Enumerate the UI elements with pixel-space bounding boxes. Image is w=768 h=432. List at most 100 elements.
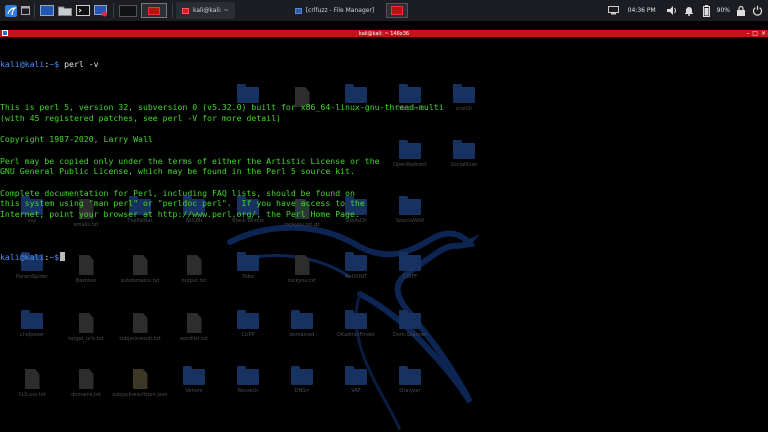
terminal-title-bar[interactable]: kali@kali: ~ 146x36 – □ ×: [0, 30, 768, 37]
desktop-icon-label: Dork-Scanner: [392, 332, 428, 338]
terminal-window-icon: [182, 7, 189, 14]
prompt-user: kali@kali: [0, 59, 45, 70]
terminal-output-line: Internet, point your browser at http://w…: [0, 209, 360, 220]
desktop-icon-item[interactable]: cl-elpexer: [4, 310, 60, 338]
show-desktop-icon[interactable]: [19, 2, 31, 19]
desktop-icon-label: subjackresult.txt: [119, 336, 161, 342]
desktop-icon-item[interactable]: target_urls.txt: [58, 313, 114, 342]
text-file-icon: [24, 369, 40, 389]
desktop-icon[interactable]: [38, 2, 56, 19]
folder-icon: [237, 366, 259, 385]
taskbar-file-manager-window[interactable]: [crlfuzz - File Manager]: [235, 2, 381, 19]
battery-percent: 90%: [716, 7, 730, 14]
desktop-icon-label: Recsech: [237, 388, 259, 394]
taskbar-terminal-label: kali@kali: ~: [193, 7, 229, 14]
terminal-prompt-line[interactable]: kali@kali:~$: [0, 251, 768, 263]
prompt-path: ~$: [49, 59, 60, 70]
desktop-icon-item[interactable]: XLS.xss.txt: [4, 369, 60, 398]
desktop-icon-item[interactable]: OKadminFinder: [328, 310, 384, 338]
desktop-icon-item[interactable]: CUPP: [220, 310, 276, 338]
power-icon[interactable]: [751, 4, 764, 17]
desktop-icon-label: CUPP: [241, 332, 255, 338]
text-file-icon: [78, 369, 94, 389]
desktop-icon-label: domains.txt: [71, 392, 101, 398]
desktop-icon-label: Tobo: [242, 274, 254, 280]
folder-icon: [399, 366, 421, 385]
desktop-icon-label: cl-elpexer: [19, 332, 45, 338]
browser-icon[interactable]: [92, 2, 110, 19]
desktop-icon-label: OKadminFinder: [336, 332, 376, 338]
folder-icon: [294, 7, 302, 14]
speaker-icon[interactable]: [666, 4, 679, 17]
close-icon[interactable]: ×: [761, 30, 766, 37]
text-file-icon: [132, 313, 148, 333]
terminal-app-icon: [2, 30, 8, 36]
clock[interactable]: 04:36 PM: [628, 7, 656, 14]
terminal-content[interactable]: kali@kali:~$ perl -v This is perl 5, ver…: [0, 38, 768, 273]
desktop-icon-label: domained: [289, 332, 315, 338]
kali-menu-icon[interactable]: [2, 2, 19, 19]
desktop-icon-label: ParamSpider: [16, 274, 48, 280]
notifications-icon[interactable]: [683, 4, 696, 17]
lock-icon[interactable]: [734, 4, 747, 17]
desktop-icon-item[interactable]: VAF: [328, 366, 384, 394]
folder-icon: [291, 310, 313, 329]
panel-separator: [113, 3, 114, 18]
folder-icon: [237, 310, 259, 329]
terminal-command: perl -v: [59, 59, 99, 70]
panel-separator: [34, 3, 35, 18]
terminal-window-title: kali@kali: ~ 146x36: [358, 30, 410, 37]
terminal-cursor: [60, 251, 66, 261]
desktop-icon-item[interactable]: domains.txt: [58, 369, 114, 398]
desktop-icon-item[interactable]: subjackresultjson.json: [112, 369, 168, 398]
workspace-2-button[interactable]: [141, 3, 167, 18]
network-icon[interactable]: [607, 4, 620, 17]
file-manager-icon[interactable]: [56, 2, 74, 19]
desktop-icon-item[interactable]: Dork-Scanner: [382, 310, 438, 338]
battery-icon[interactable]: [700, 4, 713, 17]
desktop-icon-label: Oralyzer: [399, 388, 421, 394]
workspace-3-button[interactable]: [386, 3, 409, 18]
minimize-icon[interactable]: –: [746, 30, 749, 37]
workspace-1-button[interactable]: [119, 4, 137, 17]
desktop-icon-item[interactable]: DNSrr: [274, 366, 330, 394]
desktop-icon-label: subdomains.txt: [120, 278, 160, 284]
folder-icon: [21, 310, 43, 329]
terminal-output-line: Copyright 1987-2020, Larry Wall: [0, 134, 153, 145]
desktop-icon-label: VAF: [351, 388, 361, 394]
desktop-icon-label: wordlist.txt: [179, 336, 209, 342]
terminal-output-line: (with 45 registered patches, see perl -V…: [0, 112, 281, 123]
terminal-icon[interactable]: [74, 2, 92, 19]
system-tray: 04:36 PM 90%: [607, 0, 768, 21]
desktop-icon-item[interactable]: subjackresult.txt: [112, 313, 168, 342]
desktop-icon-item[interactable]: Venom: [166, 366, 222, 394]
desktop-icon-label: Bashtex: [75, 278, 97, 284]
text-file-icon: [78, 313, 94, 333]
desktop-icon-label: AnOSINT: [345, 274, 367, 280]
desktop-icon-label: XLS.xss.txt: [18, 392, 46, 398]
folder-icon: [291, 366, 313, 385]
folder-icon: [345, 366, 367, 385]
desktop-icon-label: DNSrr: [294, 388, 310, 394]
desktop-icon-item[interactable]: Oralyzer: [382, 366, 438, 394]
top-panel: kali@kali: ~ [crlfuzz - File Manager] 04…: [0, 0, 768, 21]
text-file-icon: [186, 313, 202, 333]
maximize-icon[interactable]: □: [752, 30, 758, 37]
desktop-icon-item[interactable]: wordlist.txt: [166, 313, 222, 342]
desktop-icon-item[interactable]: domained: [274, 310, 330, 338]
prompt-user: kali@kali: [0, 251, 45, 262]
terminal-output-line: this system using "man perl" or "perldoc…: [0, 198, 365, 209]
terminal-command-line: kali@kali:~$ perl -v: [0, 59, 768, 70]
terminal-output: This is perl 5, version 32, subversion 0…: [0, 92, 768, 231]
terminal-output-line: Complete documentation for Perl, includi…: [0, 187, 355, 198]
taskbar-terminal-window[interactable]: kali@kali: ~: [176, 2, 235, 19]
desktop-icon-label: subjackresultjson.json: [112, 392, 168, 398]
folder-icon: [345, 310, 367, 329]
terminal-output-line: This is perl 5, version 32, subversion 0…: [0, 102, 444, 113]
desktop-icon-item[interactable]: Recsech: [220, 366, 276, 394]
prompt-path: ~$: [49, 251, 60, 262]
desktop-icon-label: CWFF: [402, 274, 418, 280]
